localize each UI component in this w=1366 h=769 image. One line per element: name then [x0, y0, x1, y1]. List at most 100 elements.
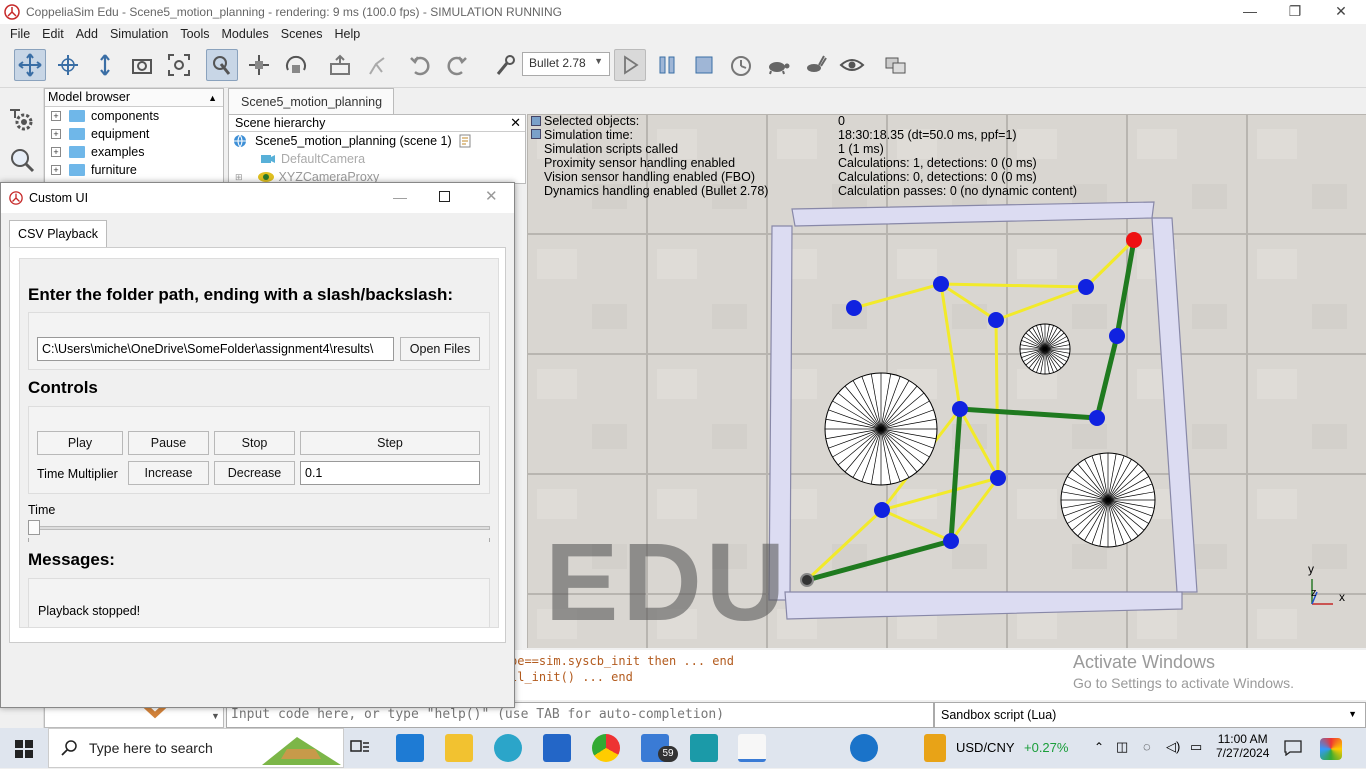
object-rotate-button[interactable] [280, 49, 312, 81]
console-line: pe==sim.syscb_init then ... end [510, 654, 734, 668]
increase-button[interactable]: Increase [128, 461, 209, 485]
overlay-expand-icon[interactable] [531, 129, 541, 139]
network-icon[interactable]: ◫ [1116, 739, 1128, 755]
task-view-icon[interactable] [350, 740, 370, 756]
model-folder-furniture[interactable]: + furniture [45, 161, 223, 179]
help-icon[interactable] [850, 734, 878, 762]
time-slider-track[interactable] [28, 526, 490, 530]
dialog-minimize-button[interactable]: — [393, 189, 407, 205]
realtime-button[interactable] [725, 49, 757, 81]
activate-windows-notice: Activate Windows Go to Settings to activ… [1073, 652, 1294, 691]
play-icon [624, 55, 639, 75]
stop-simulation-button[interactable] [688, 49, 720, 81]
open-files-button[interactable]: Open Files [400, 337, 480, 361]
maximize-button[interactable]: ❐ [1272, 0, 1318, 24]
copilot-icon[interactable] [1320, 738, 1342, 760]
edge-icon[interactable] [494, 734, 522, 762]
expand-icon[interactable]: + [51, 129, 61, 139]
activate-subtitle: Go to Settings to activate Windows. [1073, 675, 1294, 691]
vscode-icon[interactable] [396, 734, 424, 762]
expand-icon[interactable]: + [51, 147, 61, 157]
expand-icon[interactable]: + [51, 111, 61, 121]
gear-icon[interactable] [8, 106, 36, 134]
edu-watermark: EDU [545, 521, 790, 644]
transfer-dna-button[interactable] [361, 49, 393, 81]
windows-start-icon[interactable] [15, 740, 33, 758]
hierarchy-row-camera[interactable]: DefaultCamera [229, 150, 525, 168]
model-folder-label: furniture [91, 163, 137, 177]
pause-simulation-button[interactable] [651, 49, 683, 81]
chrome-icon[interactable] [592, 734, 620, 762]
overlay-toggle[interactable] [531, 116, 541, 142]
coppeliasim-logo-icon [9, 191, 23, 205]
rotate-arrows-icon [58, 55, 78, 75]
expand-icon[interactable]: + [51, 165, 61, 175]
model-folder-equipment[interactable]: + equipment [45, 125, 223, 143]
minimize-button[interactable]: — [1227, 0, 1273, 24]
model-folder-components[interactable]: + components [45, 107, 223, 125]
hierarchy-row-scene[interactable]: Scene5_motion_planning (scene 1) [229, 132, 525, 150]
assembly-button[interactable] [324, 49, 356, 81]
battery-icon[interactable]: ▭ [1190, 739, 1202, 755]
slow-down-button[interactable] [762, 49, 794, 81]
menu-help[interactable]: Help [334, 27, 360, 41]
speed-up-button[interactable] [799, 49, 831, 81]
camera-pan-button[interactable] [14, 49, 46, 81]
script-type-select[interactable]: Sandbox script (Lua) ▼ [934, 702, 1366, 728]
redo-button[interactable] [441, 49, 473, 81]
3d-viewport[interactable]: y z x EDU Selected objects: Simulation t… [527, 114, 1366, 648]
taskbar-search[interactable]: Type here to search [48, 728, 344, 768]
show-hidden-icons-icon[interactable]: ⌃ [1094, 740, 1104, 754]
step-button[interactable]: Step [300, 431, 480, 455]
menu-tools[interactable]: Tools [180, 27, 209, 41]
expand-icon[interactable]: ⊞ [235, 172, 243, 183]
store-icon[interactable] [543, 734, 571, 762]
visualization-toggle-button[interactable] [836, 49, 868, 81]
decrease-button[interactable]: Decrease [214, 461, 295, 485]
notifications-icon[interactable] [1284, 740, 1302, 756]
menu-file[interactable]: File [10, 27, 30, 41]
time-slider-handle[interactable] [28, 520, 40, 535]
overlay-collapse-icon[interactable] [531, 116, 541, 126]
close-icon[interactable]: ✕ [510, 115, 521, 131]
taskbar-clock[interactable]: 11:00 AM 7/27/2024 [1216, 732, 1269, 760]
arduino-icon[interactable] [690, 734, 718, 762]
menu-edit[interactable]: Edit [42, 27, 64, 41]
pause-button[interactable]: Pause [128, 431, 209, 455]
model-folder-examples[interactable]: + examples [45, 143, 223, 161]
dialog-close-button[interactable]: ✕ [485, 187, 498, 205]
menu-modules[interactable]: Modules [222, 27, 269, 41]
file-explorer-icon[interactable] [445, 734, 473, 762]
close-button[interactable]: ✕ [1318, 0, 1364, 24]
camera-angle-button[interactable] [126, 49, 158, 81]
menu-scenes[interactable]: Scenes [281, 27, 323, 41]
scene-tab[interactable]: Scene5_motion_planning [228, 88, 394, 114]
play-button[interactable]: Play [37, 431, 123, 455]
menu-simulation[interactable]: Simulation [110, 27, 168, 41]
dynamics-settings-button[interactable] [490, 49, 522, 81]
script-icon[interactable] [458, 134, 472, 148]
chevron-up-icon[interactable]: ▲ [208, 90, 217, 107]
time-multiplier-input[interactable]: 0.1 [300, 461, 480, 485]
camera-shift-button[interactable] [89, 49, 121, 81]
physics-engine-select[interactable]: Bullet 2.78 ▼ [522, 52, 610, 76]
start-simulation-button[interactable] [614, 49, 646, 81]
click-select-button[interactable] [206, 49, 238, 81]
search-highlight-image [262, 737, 341, 765]
magnifier-icon[interactable] [8, 146, 36, 174]
model-browser-title: Model browser [48, 90, 130, 104]
dialog-maximize-button[interactable] [439, 191, 450, 202]
object-shift-button[interactable] [243, 49, 275, 81]
fit-to-view-button[interactable] [163, 49, 195, 81]
camera-rotate-button[interactable] [52, 49, 84, 81]
chevron-down-icon[interactable]: ▼ [211, 711, 220, 721]
menu-add[interactable]: Add [76, 27, 98, 41]
wifi-icon[interactable]: ◌ [1143, 739, 1151, 754]
volume-icon[interactable]: ◁) [1166, 739, 1180, 755]
undo-button[interactable] [404, 49, 436, 81]
stop-button[interactable]: Stop [214, 431, 295, 455]
tab-csv-playback[interactable]: CSV Playback [9, 220, 107, 248]
coppeliasim-taskbar-icon[interactable] [738, 734, 766, 762]
folder-path-input[interactable]: C:\Users\miche\OneDrive\SomeFolder\assig… [37, 337, 394, 361]
layers-button[interactable] [880, 49, 912, 81]
